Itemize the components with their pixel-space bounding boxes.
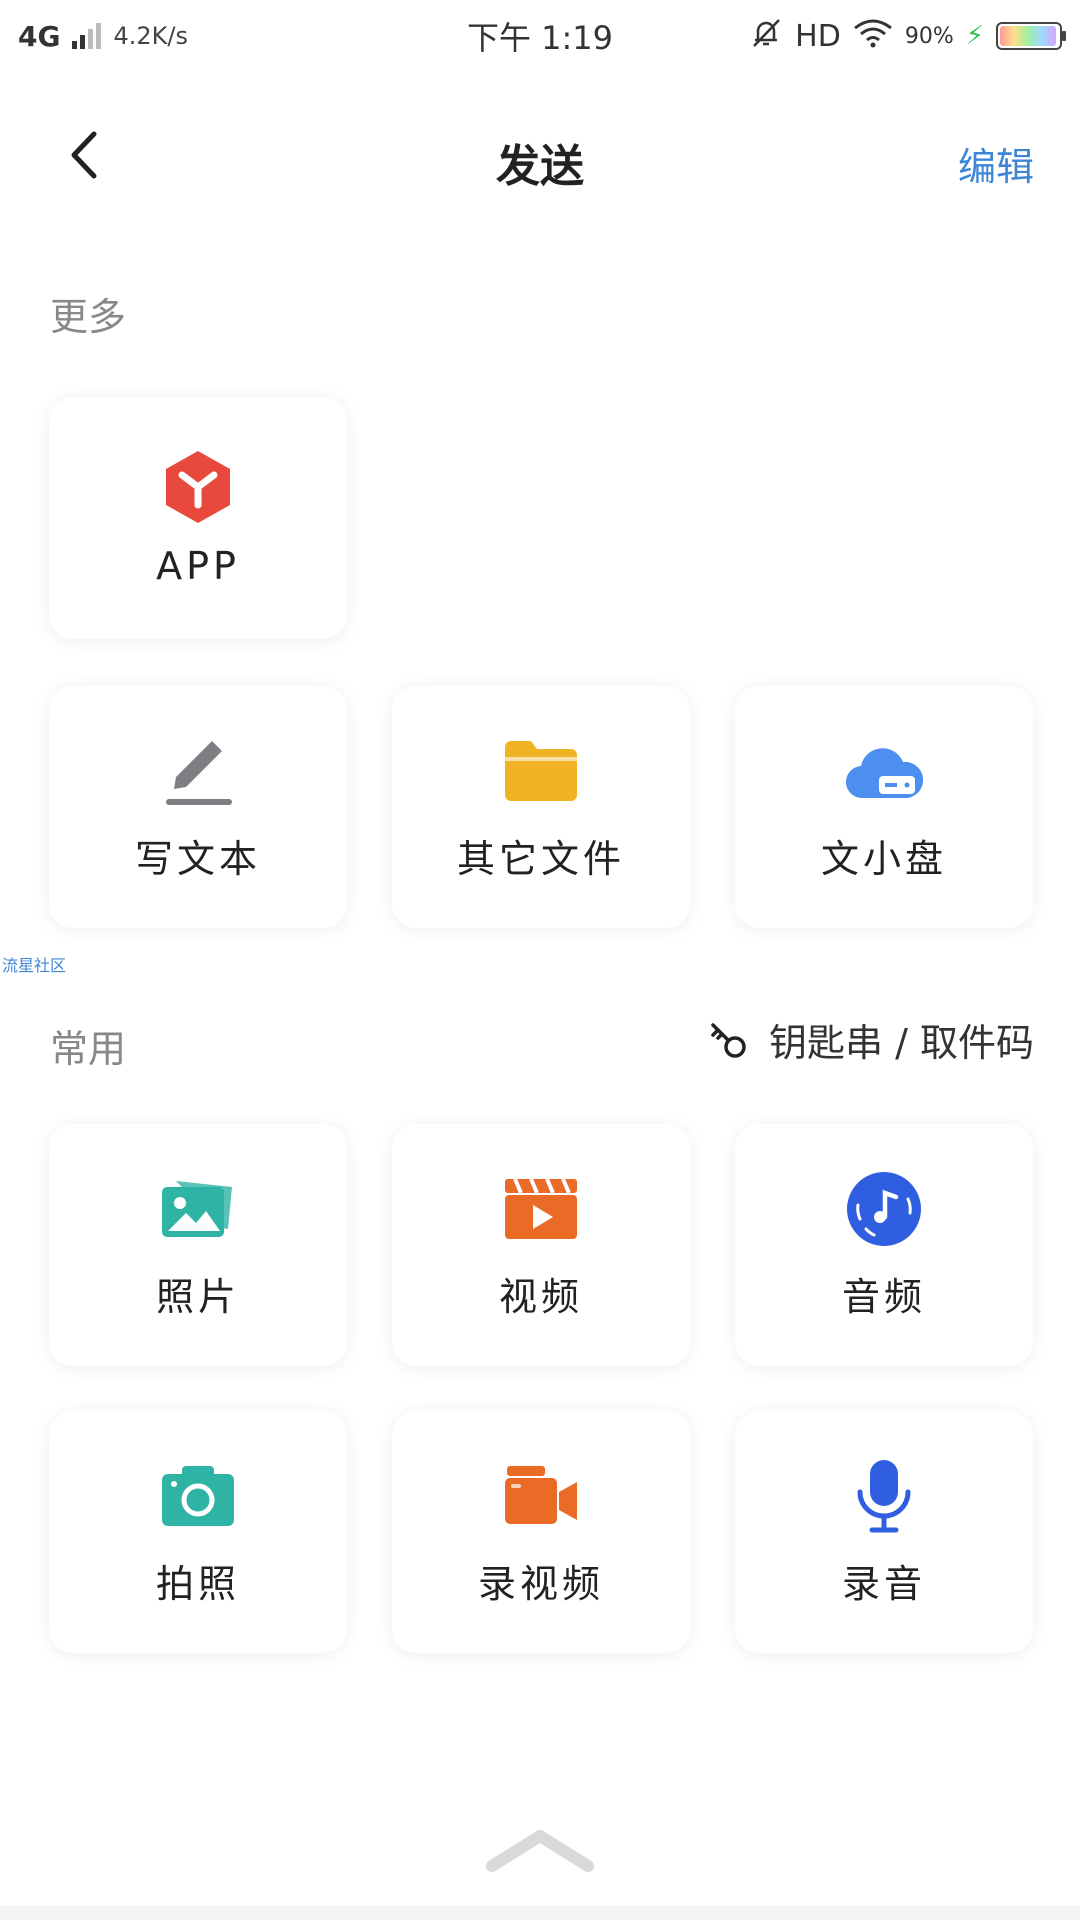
top-bar: 发送 编辑 xyxy=(0,110,1080,200)
app-cube-icon xyxy=(159,448,237,526)
network-speed: 4.2K/s xyxy=(113,22,188,50)
item-label: 音频 xyxy=(841,1274,926,1319)
edit-button[interactable]: 编辑 xyxy=(958,136,1034,191)
network-type: 4G xyxy=(18,19,61,53)
item-label: 其它文件 xyxy=(456,836,625,881)
item-label: 录视频 xyxy=(477,1561,604,1606)
hd-indicator: HD xyxy=(795,18,841,54)
key-icon xyxy=(711,1022,746,1058)
mute-bell-icon xyxy=(749,16,783,57)
item-app[interactable]: APP xyxy=(49,397,347,639)
section-more-label: 更多 xyxy=(50,295,127,339)
music-disc-icon xyxy=(845,1170,923,1248)
watermark: 流星社区 xyxy=(2,956,67,975)
item-audio[interactable]: 音频 xyxy=(735,1124,1033,1366)
battery-percent: 90% xyxy=(904,23,954,49)
item-other-files[interactable]: 其它文件 xyxy=(392,686,690,928)
battery-icon xyxy=(996,22,1066,50)
item-label: APP xyxy=(156,544,240,588)
collapse-button[interactable] xyxy=(484,1826,596,1876)
cloud-drive-icon xyxy=(845,732,923,810)
item-take-photo[interactable]: 拍照 xyxy=(49,1411,347,1653)
camera-icon xyxy=(159,1457,237,1535)
item-label: 文小盘 xyxy=(820,836,947,881)
back-button[interactable] xyxy=(58,130,108,180)
item-label: 拍照 xyxy=(155,1561,240,1606)
item-video[interactable]: 视频 xyxy=(392,1124,690,1366)
bottom-bar xyxy=(0,1906,1080,1920)
video-clapper-icon xyxy=(502,1170,580,1248)
section-common-label: 常用 xyxy=(50,1027,127,1071)
video-camera-icon xyxy=(502,1457,580,1535)
item-cloud-drive[interactable]: 文小盘 xyxy=(735,686,1033,928)
item-photos[interactable]: 照片 xyxy=(49,1124,347,1366)
charging-icon: ⚡ xyxy=(965,21,984,51)
keychain-label: 钥匙串 / 取件码 xyxy=(769,1021,1034,1065)
item-label: 录音 xyxy=(841,1561,926,1606)
chevron-left-icon xyxy=(71,131,97,179)
item-write-text[interactable]: 写文本 xyxy=(49,686,347,928)
page-title: 发送 xyxy=(496,141,584,192)
keychain-link[interactable]: 钥匙串 / 取件码 xyxy=(709,1012,1034,1067)
item-label: 写文本 xyxy=(134,836,261,881)
status-bar: 4G 4.2K/s 下午 1:19 HD 90% ⚡ xyxy=(0,0,1080,72)
signal-icon xyxy=(72,23,102,49)
pencil-icon xyxy=(159,732,237,810)
item-label: 视频 xyxy=(498,1274,583,1319)
item-label: 照片 xyxy=(155,1274,240,1319)
item-record-audio[interactable]: 录音 xyxy=(735,1411,1033,1653)
chevron-up-icon xyxy=(486,1830,594,1872)
microphone-icon xyxy=(845,1457,923,1535)
item-record-video[interactable]: 录视频 xyxy=(392,1411,690,1653)
folder-icon xyxy=(502,732,580,810)
wifi-icon xyxy=(853,18,893,55)
photo-icon xyxy=(159,1170,237,1248)
